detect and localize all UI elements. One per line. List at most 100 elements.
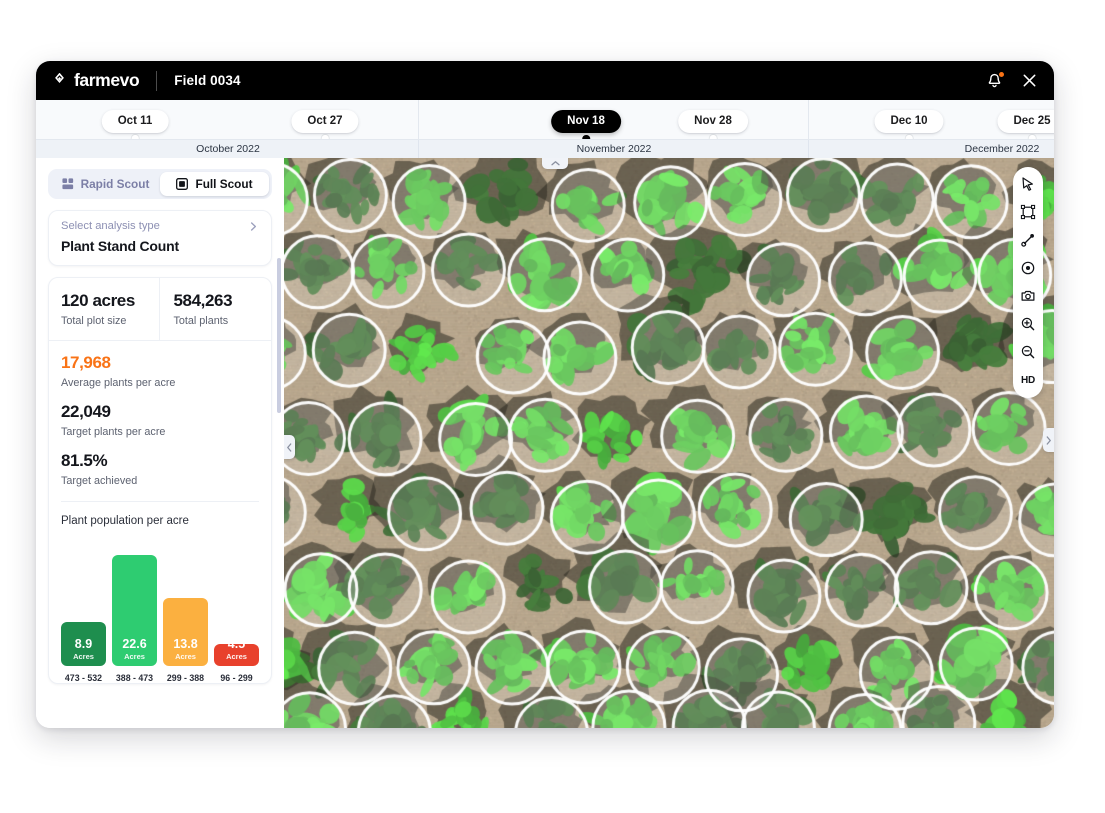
month-divider (808, 140, 809, 158)
title-divider (156, 70, 158, 91)
analysis-type-selector[interactable]: Select analysis type Plant Stand Count (48, 210, 272, 266)
stat-target-achieved: 81.5% Target achieved (61, 451, 259, 487)
tab-full-scout-label: Full Scout (195, 177, 253, 191)
map-viewport[interactable]: HD (284, 158, 1054, 728)
chart-bar-column: 13.8 Acres (163, 541, 208, 666)
stat-target-achieved-value: 81.5% (61, 451, 108, 470)
chart-bar-column: 22.6 Acres (112, 541, 157, 666)
app-window: farmevo Field 0034 Oct 11 Oct 27 Nov 18 … (36, 61, 1054, 728)
chart-bar-value: 4.5 (227, 636, 246, 651)
timeline-date-nov-18[interactable]: Nov 18 (551, 110, 621, 133)
timeline-divider (808, 100, 809, 139)
timeline[interactable]: Oct 11 Oct 27 Nov 18 Nov 28 Dec 10 Dec 2… (36, 100, 1054, 158)
chart-bar-unit: Acres (175, 651, 196, 661)
month-divider (418, 140, 419, 158)
stat-target-plants-per-acre: 22,049 Target plants per acre (61, 402, 259, 438)
chart-category-label: 388 - 473 (115, 673, 154, 683)
bell-icon[interactable] (986, 70, 1005, 90)
stat-average-plants-per-acre-value: 17,968 (61, 353, 111, 372)
tab-rapid-scout[interactable]: Rapid Scout (51, 172, 160, 196)
cursor-arrow-icon[interactable] (1018, 174, 1038, 194)
tab-rapid-scout-label: Rapid Scout (80, 177, 150, 191)
analysis-type-label: Select analysis type (61, 220, 160, 232)
chart-title: Plant population per acre (61, 515, 189, 527)
month-label-october: October 2022 (196, 143, 260, 155)
chart-bars: 8.9 Acres 22.6 Acres 13.8 Acres 4.5 Acres (61, 541, 259, 666)
timeline-date-oct-27[interactable]: Oct 27 (291, 110, 359, 133)
farmevo-diamond-logo-icon (52, 73, 67, 88)
camera-icon[interactable] (1018, 286, 1038, 306)
stat-total-plot-size: 120 acres Total plot size (49, 278, 159, 340)
notification-badge (997, 70, 1005, 78)
hd-icon[interactable]: HD (1018, 370, 1038, 390)
timeline-date-nov-28[interactable]: Nov 28 (678, 110, 748, 133)
chart-bar[interactable]: 8.9 Acres (61, 622, 106, 666)
chart-bar-column: 4.5 Acres (214, 541, 259, 666)
sidebar-panel: Rapid Scout Full Scout Select analysis t… (36, 158, 284, 728)
map-toolbar[interactable]: HD (1013, 167, 1043, 398)
timeline-date-dec-25[interactable]: Dec 25 (997, 110, 1054, 133)
chevron-right-icon[interactable] (248, 221, 259, 232)
analysis-type-header: Select analysis type (61, 220, 259, 232)
zoom-out-icon[interactable] (1018, 342, 1038, 362)
timeline-date-dec-10[interactable]: Dec 10 (874, 110, 944, 133)
sidebar-collapse-handle[interactable] (284, 435, 295, 459)
close-icon[interactable] (1021, 72, 1038, 89)
chevron-right-icon (1046, 435, 1051, 445)
timeline-track[interactable]: Oct 11 Oct 27 Nov 18 Nov 28 Dec 10 Dec 2… (36, 100, 1054, 143)
stat-total-plot-size-value: 120 acres (61, 291, 135, 310)
chart-bar[interactable]: 4.5 Acres (214, 637, 259, 666)
stat-total-plants: 584,263 Total plants (158, 278, 272, 340)
chart-category-label: 473 - 532 (64, 673, 103, 683)
timeline-months: October 2022 November 2022 December 2022 (36, 139, 1054, 158)
stat-target-plants-per-acre-value: 22,049 (61, 402, 111, 421)
tab-full-scout[interactable]: Full Scout (160, 172, 269, 196)
chart-bar[interactable]: 13.8 Acres (163, 598, 208, 666)
sidebar-scrollbar[interactable] (277, 258, 281, 413)
chart-bar-unit: Acres (124, 651, 145, 661)
chart-bar-value: 13.8 (173, 636, 198, 651)
scout-mode-segmented-control[interactable]: Rapid Scout Full Scout (48, 169, 272, 199)
chevron-up-icon (550, 161, 560, 166)
chart-category-labels: 473 - 532 388 - 473 299 - 388 96 - 299 (61, 673, 259, 683)
brand-logo: farmevo (52, 70, 140, 91)
stat-total-plants-label: Total plants (173, 315, 229, 327)
aerial-imagery[interactable] (284, 158, 1054, 728)
field-title: Field 0034 (174, 73, 241, 88)
brand-name: farmevo (74, 70, 140, 90)
ruler-line-icon[interactable] (1018, 230, 1038, 250)
full-scout-icon (176, 178, 189, 190)
chart-bar-unit: Acres (73, 651, 94, 661)
chart-bar[interactable]: 22.6 Acres (112, 554, 157, 666)
month-label-november: November 2022 (576, 143, 652, 155)
stat-average-plants-per-acre-label: Average plants per acre (61, 377, 176, 389)
chart-bar-column: 8.9 Acres (61, 541, 106, 666)
stats-summary-row: 120 acres Total plot size 584,263 Total … (49, 278, 271, 340)
chart-category-label: 299 - 388 (166, 673, 205, 683)
right-panel-expand-handle[interactable] (1043, 428, 1054, 452)
timeline-divider (418, 100, 419, 139)
content-area: Rapid Scout Full Scout Select analysis t… (36, 158, 1054, 728)
analysis-type-value: Plant Stand Count (61, 238, 179, 254)
timeline-date-oct-11[interactable]: Oct 11 (101, 110, 169, 133)
stat-target-achieved-label: Target achieved (61, 475, 138, 487)
chart-bar-value: 8.9 (74, 636, 93, 651)
stat-target-plants-per-acre-label: Target plants per acre (61, 426, 166, 438)
plant-population-chart: Plant population per acre 8.9 Acres 22.6 Ac… (49, 502, 271, 683)
titlebar-actions (986, 70, 1038, 90)
chart-bar-value: 22.6 (122, 636, 147, 651)
stat-total-plants-value: 584,263 (173, 291, 233, 310)
stat-total-plot-size-label: Total plot size (61, 315, 127, 327)
chart-category-label: 96 - 299 (220, 673, 253, 683)
target-circle-icon[interactable] (1018, 258, 1038, 278)
month-label-december: December 2022 (964, 143, 1040, 155)
zoom-in-icon[interactable] (1018, 314, 1038, 334)
stats-detail-list: 17,968 Average plants per acre 22,049 Ta… (49, 341, 271, 501)
chart-bar-unit: Acres (226, 651, 247, 661)
chevron-left-icon (287, 442, 292, 452)
title-bar: farmevo Field 0034 (36, 61, 1054, 100)
square-crop-icon[interactable] (1018, 202, 1038, 222)
stats-card: 120 acres Total plot size 584,263 Total … (48, 277, 272, 684)
timeline-collapse-handle[interactable] (542, 158, 568, 169)
stat-average-plants-per-acre: 17,968 Average plants per acre (61, 353, 259, 389)
